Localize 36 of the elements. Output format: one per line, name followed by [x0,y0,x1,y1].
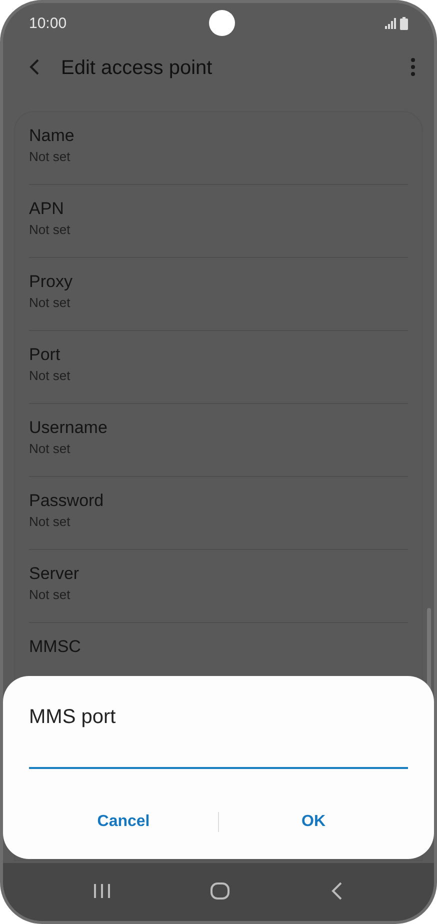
setting-value: Not set [29,514,70,529]
home-button[interactable] [210,882,230,902]
setting-item[interactable]: APN Not set [29,199,408,237]
clock-time: 10:00 [29,14,67,32]
setting-label: Password [29,491,104,511]
setting-item[interactable]: Port Not set [29,345,408,383]
recent-apps-icon [92,882,111,898]
home-icon [210,882,230,900]
battery-icon [400,16,408,30]
screen-title: Edit access point [61,56,214,80]
setting-label: Username [29,418,108,438]
setting-label: APN [29,199,64,219]
setting-label: Name [29,126,74,146]
back-button[interactable] [330,882,344,902]
setting-label: Server [29,564,80,584]
setting-value: Not set [29,587,70,602]
signal-icon [385,18,396,28]
dialog-title: MMS port [29,706,116,729]
cancel-button[interactable]: Cancel [29,805,218,839]
setting-value: Not set [29,441,70,456]
setting-value: Not set [29,368,70,383]
setting-item[interactable]: Password Not set [29,491,408,529]
more-options-icon [408,56,418,76]
setting-value: Not set [29,295,70,310]
ok-button[interactable]: OK [219,805,408,839]
setting-item[interactable]: Server Not set [29,564,408,602]
camera-hole [209,10,235,36]
setting-item[interactable]: Username Not set [29,418,408,456]
setting-label: Proxy [29,272,72,292]
setting-value: Not set [29,222,70,237]
setting-value: Not set [29,149,70,164]
setting-label: MMSC [29,637,81,657]
setting-label: Port [29,345,60,365]
setting-item[interactable]: Proxy Not set [29,272,408,310]
setting-item[interactable]: Name Not set [29,126,408,164]
setting-item[interactable]: MMSC [29,637,408,657]
